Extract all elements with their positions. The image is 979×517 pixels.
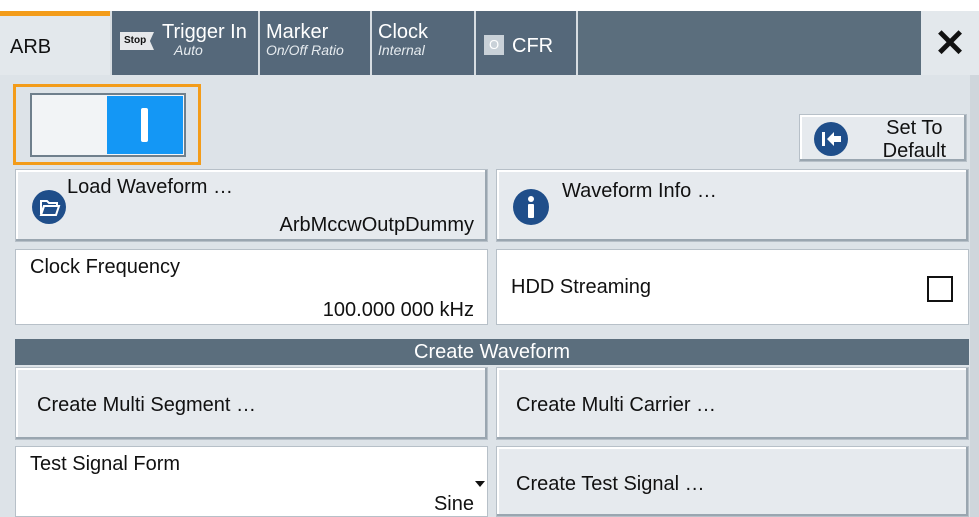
close-icon: ✕ xyxy=(934,22,966,65)
tab-marker-label: Marker xyxy=(266,21,329,43)
state-toggle[interactable] xyxy=(30,93,186,157)
create-multi-carrier-button[interactable]: Create Multi Carrier … xyxy=(496,367,969,440)
test-signal-form-label: Test Signal Form xyxy=(30,453,181,475)
tab-clock-label: Clock xyxy=(378,21,429,43)
hdd-streaming-label: HDD Streaming xyxy=(511,276,652,298)
load-waveform-label: Load Waveform … xyxy=(67,176,233,198)
test-signal-form-value: Sine xyxy=(433,493,474,515)
set-to-default-label: Set To Default xyxy=(883,117,946,163)
stop-badge: Stop xyxy=(120,32,154,50)
tab-trigger-in-sub: Auto xyxy=(174,42,203,58)
create-waveform-header: Create Waveform xyxy=(15,339,969,365)
tab-arb-label: ARB xyxy=(10,36,52,58)
tab-trigger-in-label: Trigger In xyxy=(162,21,247,43)
tab-marker-sub: On/Off Ratio xyxy=(266,42,344,58)
create-test-signal-label: Create Test Signal … xyxy=(516,473,705,495)
close-button[interactable]: ✕ xyxy=(921,11,979,75)
clock-frequency-field[interactable]: Clock Frequency 100.000 000 kHz xyxy=(15,249,488,325)
state-toggle-focus xyxy=(13,84,201,165)
load-waveform-button[interactable]: Load Waveform … ArbMccwOutpDummy xyxy=(15,169,488,242)
set-to-default-line2: Default xyxy=(882,140,946,162)
hdd-streaming-checkbox[interactable] xyxy=(927,276,953,302)
tab-cfr-label: CFR xyxy=(512,35,554,57)
create-multi-segment-label: Create Multi Segment … xyxy=(37,394,256,416)
info-icon xyxy=(513,189,549,225)
tab-trigger-in[interactable]: Stop Trigger In Auto xyxy=(112,11,260,75)
create-test-signal-button[interactable]: Create Test Signal … xyxy=(496,446,969,517)
set-to-default-line1: Set To xyxy=(886,117,943,139)
tab-bar: ARB Stop Trigger In Auto Marker On/Off R… xyxy=(0,11,979,75)
clock-frequency-label: Clock Frequency xyxy=(30,256,181,278)
tab-clock-sub: Internal xyxy=(378,42,425,58)
create-multi-carrier-label: Create Multi Carrier … xyxy=(516,394,717,416)
toggle-knob xyxy=(107,96,183,154)
set-to-default-button[interactable]: Set To Default xyxy=(799,114,967,162)
folder-icon xyxy=(32,190,66,224)
active-tab-indicator xyxy=(0,11,110,16)
loaded-waveform-name: ArbMccwOutpDummy xyxy=(279,214,474,236)
tab-marker[interactable]: Marker On/Off Ratio xyxy=(260,11,372,75)
test-signal-form-select[interactable]: Test Signal Form Sine xyxy=(15,446,488,517)
clock-frequency-value: 100.000 000 kHz xyxy=(322,299,474,321)
hdd-streaming-field: HDD Streaming xyxy=(496,249,969,325)
waveform-info-label: Waveform Info … xyxy=(562,180,717,202)
create-multi-segment-button[interactable]: Create Multi Segment … xyxy=(15,367,488,440)
tab-clock[interactable]: Clock Internal xyxy=(372,11,476,75)
cfr-state-icon: O xyxy=(484,35,504,55)
dropdown-arrow-icon xyxy=(475,481,485,487)
on-indicator-icon xyxy=(141,108,148,142)
tab-cfr[interactable]: O CFR xyxy=(476,11,578,75)
tab-arb[interactable]: ARB xyxy=(0,11,112,75)
reset-arrow-icon xyxy=(814,122,848,156)
waveform-info-button[interactable]: Waveform Info … xyxy=(496,169,969,242)
scrollbar[interactable] xyxy=(970,75,979,517)
